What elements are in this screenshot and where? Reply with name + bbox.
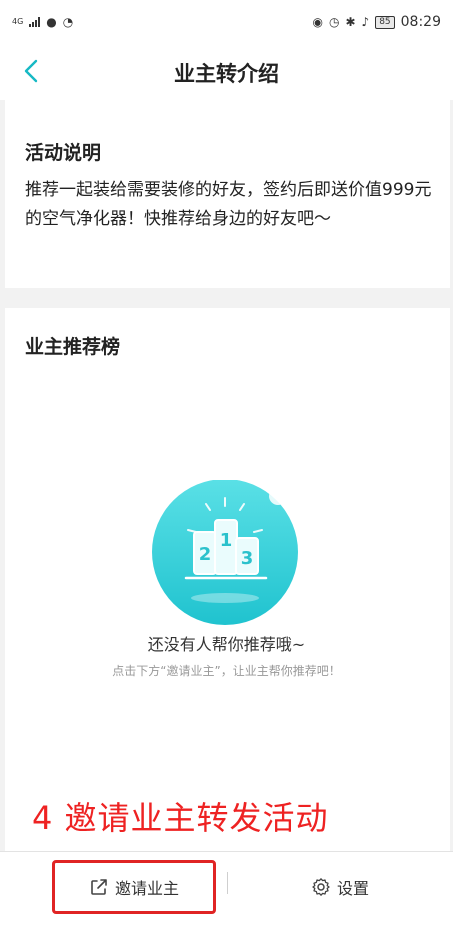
button-divider	[227, 872, 228, 894]
status-bar: 4G ● ◔ ◉ ◷ ✱ ♪ 85 08:29	[0, 0, 453, 44]
share-icon	[91, 879, 107, 895]
activity-description: 推荐一起装给需要装修的好友，签约后即送价值999元的空气净化器！快推荐给身边的好…	[25, 180, 432, 229]
empty-state-title: 还没有人帮你推荐哦~	[147, 635, 306, 654]
activity-card: 活动说明 推荐一起装给需要装修的好友，签约后即送价值999元的空气净化器！快推荐…	[5, 100, 450, 288]
wechat-icon: ●	[46, 15, 57, 29]
mute-icon: ♪	[361, 15, 370, 29]
signal-icon	[29, 17, 41, 27]
clock: 08:29	[400, 14, 441, 30]
activity-title: 活动说明	[25, 142, 102, 164]
empty-state-subtitle: 点击下方“邀请业主”，让业主帮你推荐吧！	[112, 664, 341, 678]
annotation-label: 4 邀请业主转发活动	[32, 799, 329, 837]
nav-bar: 业主转介绍	[0, 44, 453, 100]
eye-icon: ◉	[312, 15, 323, 29]
battery-indicator: 85	[375, 15, 395, 29]
settings-label: 设置	[336, 879, 369, 898]
gear-icon	[312, 878, 330, 896]
settings-button[interactable]: 设置	[240, 860, 440, 914]
podium-number-2: 2	[199, 544, 212, 565]
invite-owner-label: 邀请业主	[114, 879, 179, 898]
bottom-action-bar: 邀请业主 设置	[0, 851, 453, 937]
ranking-title: 业主推荐榜	[25, 336, 121, 358]
invite-owner-button[interactable]: 邀请业主	[52, 860, 216, 914]
network-type: 4G	[12, 17, 24, 26]
alarm-icon: ◷	[328, 15, 340, 29]
page-title: 业主转介绍	[174, 62, 279, 86]
wifi-icon: ◔	[62, 15, 74, 29]
podium-illustration: 2 1 3	[152, 480, 298, 625]
podium-number-3: 3	[241, 548, 254, 569]
podium-number-1: 1	[220, 530, 233, 551]
status-bar-right: ◉ ◷ ✱ ♪ 85 08:29	[312, 14, 441, 30]
status-bar-left: 4G ● ◔	[12, 15, 73, 29]
bluetooth-icon: ✱	[345, 15, 356, 29]
